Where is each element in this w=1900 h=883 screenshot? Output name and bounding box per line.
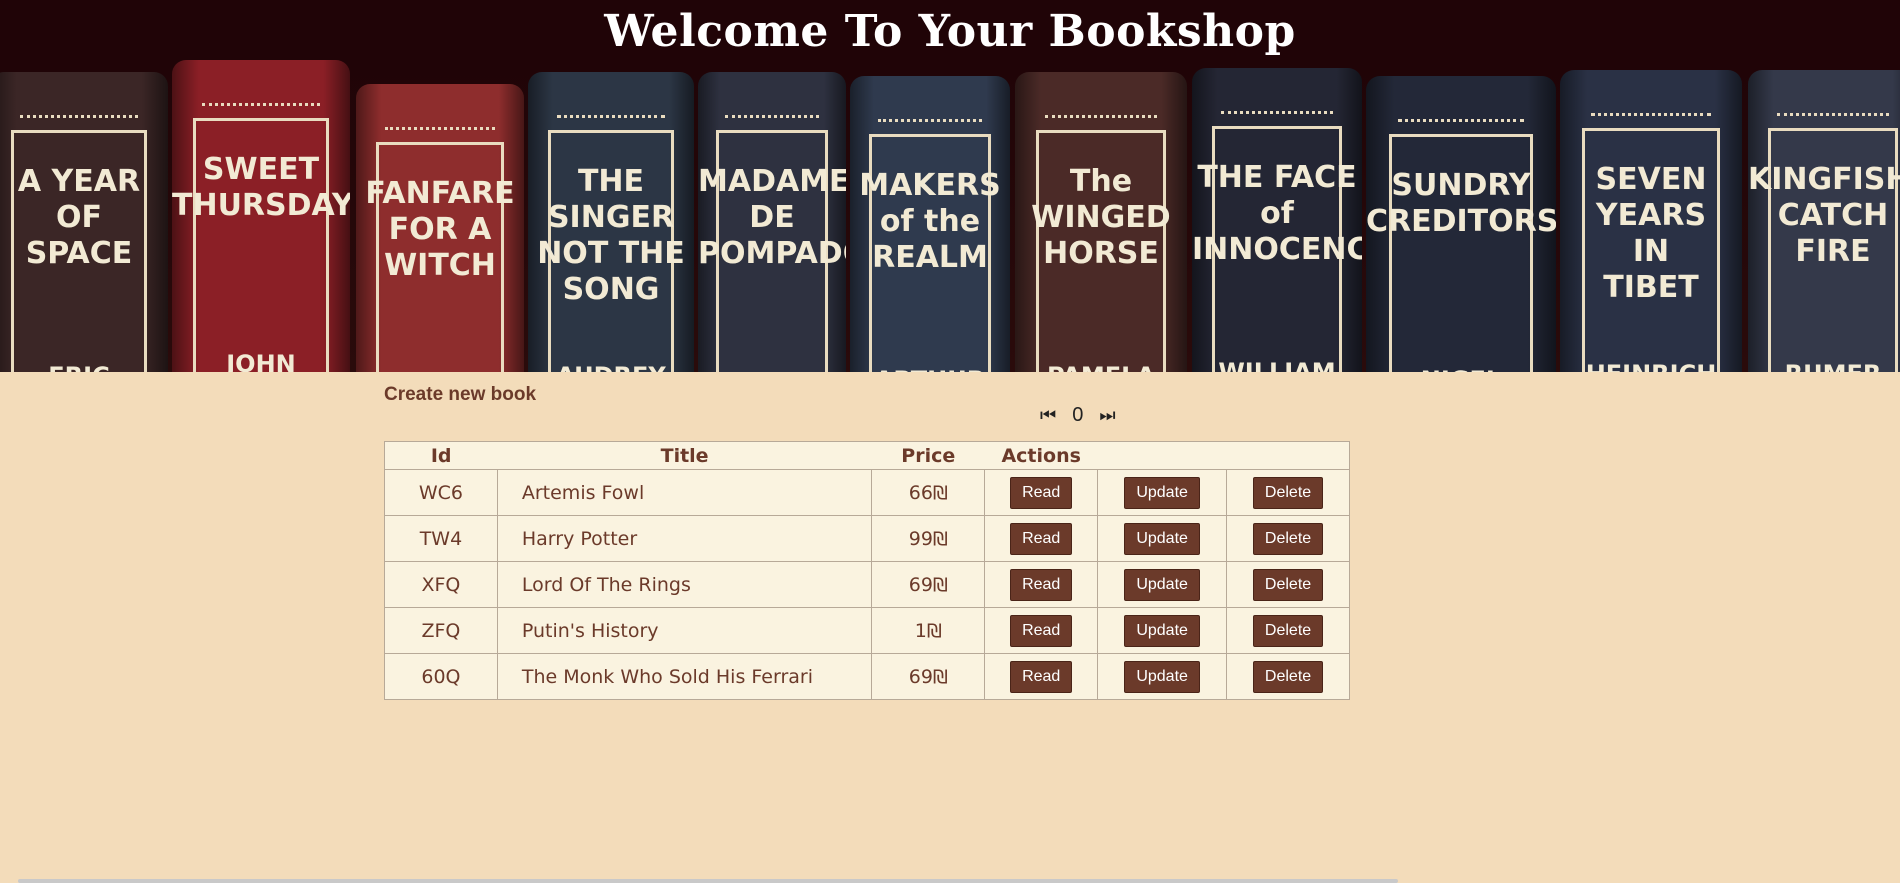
book-price: 69₪ (871, 561, 986, 608)
update-button[interactable]: Update (1124, 522, 1200, 555)
delete-button[interactable]: Delete (1252, 614, 1324, 647)
skip-first-icon[interactable]: ⏮ (1040, 405, 1056, 426)
page-title: Welcome To Your Bookshop (604, 6, 1296, 57)
spine-title: THE SINGER NOT THE SONG (537, 164, 685, 307)
read-button[interactable]: Read (1010, 476, 1073, 509)
spine-title: SEVEN YEARS IN TIBET (1595, 162, 1707, 305)
book-id: ZFQ (384, 607, 498, 654)
delete-button[interactable]: Delete (1252, 660, 1324, 693)
spine-author: PAMELA (1015, 362, 1187, 372)
delete-button[interactable]: Delete (1252, 522, 1324, 555)
spine-author: NIGEL (1366, 366, 1556, 372)
pagination: ⏮ 0 ⏭ (1040, 402, 1116, 428)
book-spines-image: A YEAR OF SPACE ERIC SWEET THURSDAY JOHN FAN… (0, 58, 1900, 372)
update-button[interactable]: Update (1124, 476, 1200, 509)
book-price: 1₪ (871, 607, 986, 654)
spine-author: JOHN (226, 350, 296, 372)
book-spine: SWEET THURSDAY JOHN (172, 60, 350, 372)
table-header-row: Id Title Price Actions (384, 441, 1350, 470)
book-title: Putin's History (496, 607, 873, 654)
update-button[interactable]: Update (1124, 568, 1200, 601)
spine-author: RUMER (1748, 360, 1900, 372)
spine-title: MADAME DE POMPADOUR (698, 164, 846, 271)
book-spine: THE FACE of INNOCENCE WILLIAM (1192, 68, 1362, 372)
book-spine: FANFARE FOR A WITCH (356, 84, 524, 372)
book-id: TW4 (384, 515, 498, 562)
spine-author: ERIC (0, 362, 168, 372)
book-spine: SUNDRY CREDITORS NIGEL (1366, 76, 1556, 372)
scrollbar-thumb[interactable] (18, 879, 1398, 883)
book-title: The Monk Who Sold His Ferrari (496, 653, 873, 700)
table-row: WC6 Artemis Fowl 66₪ Read Update Delete (384, 469, 1350, 516)
read-button[interactable]: Read (1010, 660, 1073, 693)
read-button[interactable]: Read (1010, 568, 1073, 601)
update-button[interactable]: Update (1124, 614, 1200, 647)
delete-button[interactable]: Delete (1252, 568, 1324, 601)
book-price: 69₪ (871, 653, 986, 700)
book-price: 66₪ (871, 469, 986, 516)
spine-title: THE FACE of INNOCENCE (1192, 160, 1362, 267)
skip-last-icon[interactable]: ⏭ (1099, 405, 1115, 426)
spine-title: KINGFISHERS CATCH FIRE (1748, 162, 1900, 269)
page-number: 0 (1072, 403, 1084, 426)
spine-title: The WINGED HORSE (1031, 164, 1171, 271)
book-id: XFQ (384, 561, 498, 608)
header-id: Id (384, 441, 498, 470)
spine-author: WILLIAM (1218, 358, 1336, 372)
book-id: WC6 (384, 469, 498, 516)
spine-title: A YEAR OF SPACE (17, 164, 141, 271)
update-button[interactable]: Update (1124, 660, 1200, 693)
book-id: 60Q (384, 653, 498, 700)
header-banner: A YEAR OF SPACE ERIC SWEET THURSDAY JOHN FAN… (0, 0, 1900, 372)
book-spine: The WINGED HORSE PAMELA (1015, 72, 1187, 372)
table-row: ZFQ Putin's History 1₪ Read Update Delet… (384, 607, 1350, 654)
books-table: Id Title Price Actions WC6 Artemis Fowl … (384, 441, 1350, 700)
header-empty (1226, 441, 1350, 470)
spine-author: ARTHUR (850, 366, 1010, 372)
header-title: Title (497, 441, 872, 470)
spine-author: AUDREY (528, 362, 694, 372)
book-spine: THE SINGER NOT THE SONG AUDREY (528, 72, 694, 372)
book-title: Harry Potter (496, 515, 873, 562)
table-row: XFQ Lord Of The Rings 69₪ Read Update De… (384, 561, 1350, 608)
book-title: Lord Of The Rings (496, 561, 873, 608)
read-button[interactable]: Read (1010, 522, 1073, 555)
spine-author: HEINRICH (1560, 360, 1742, 372)
header-price: Price (871, 441, 985, 470)
book-title: Artemis Fowl (496, 469, 873, 516)
book-spine: A YEAR OF SPACE ERIC (0, 72, 168, 372)
spine-title: FANFARE FOR A WITCH (365, 176, 515, 283)
spine-title: SUNDRY CREDITORS (1366, 168, 1556, 239)
header-actions: Actions (984, 441, 1098, 470)
table-row: 60Q The Monk Who Sold His Ferrari 69₪ Re… (384, 653, 1350, 700)
create-new-book-link[interactable]: Create new book (384, 384, 536, 406)
spine-title: MAKERS of the REALM (859, 168, 1001, 275)
read-button[interactable]: Read (1010, 614, 1073, 647)
book-spine: MAKERS of the REALM ARTHUR (850, 76, 1010, 372)
header-empty (1097, 441, 1227, 470)
table-row: TW4 Harry Potter 99₪ Read Update Delete (384, 515, 1350, 562)
book-spine: MADAME DE POMPADOUR (698, 72, 846, 372)
book-price: 99₪ (871, 515, 986, 562)
delete-button[interactable]: Delete (1252, 476, 1324, 509)
horizontal-scrollbar[interactable] (0, 879, 1900, 883)
book-spine: SEVEN YEARS IN TIBET HEINRICH (1560, 70, 1742, 372)
spine-title: SWEET THURSDAY (172, 152, 350, 223)
book-spine: KINGFISHERS CATCH FIRE RUMER (1748, 70, 1900, 372)
